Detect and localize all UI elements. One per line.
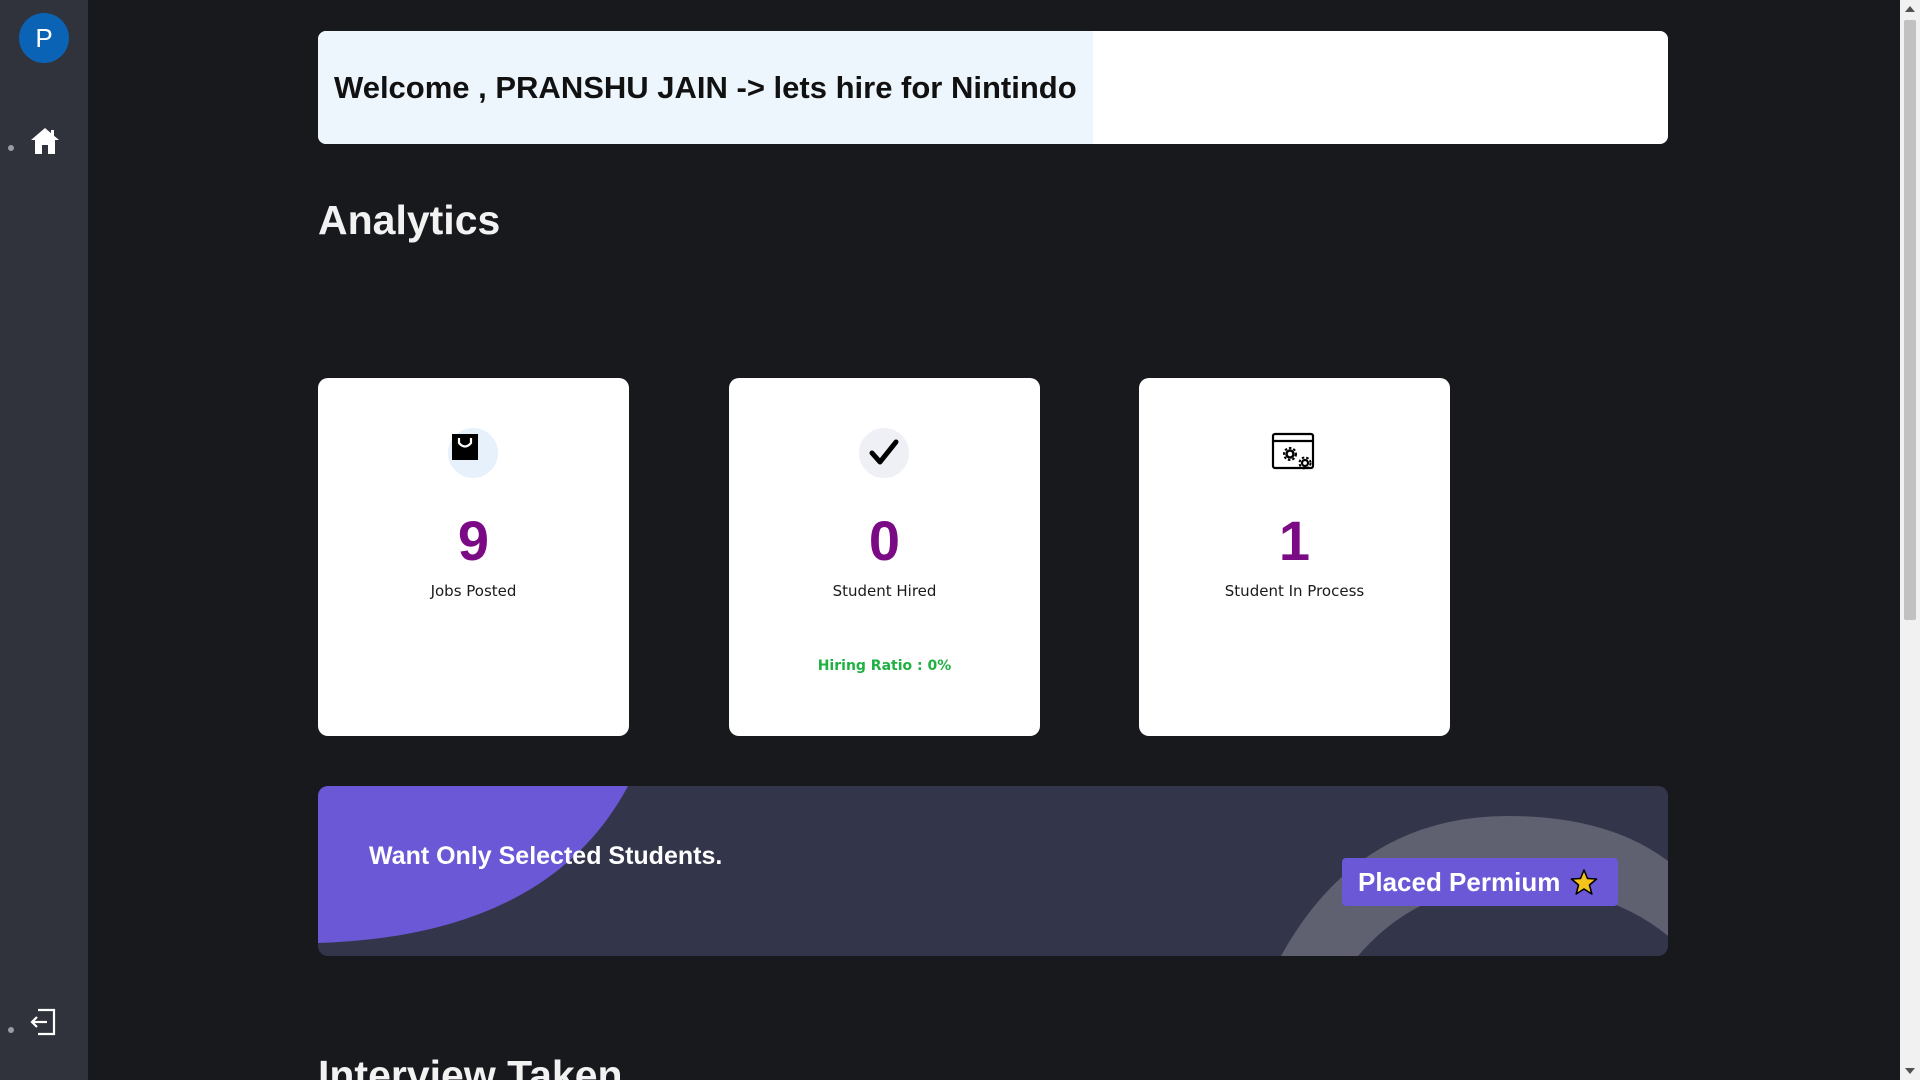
scroll-up-arrow-icon[interactable] xyxy=(1905,6,1915,12)
card-value: 9 xyxy=(457,509,490,572)
star-icon xyxy=(1571,869,1598,895)
banner-text: Want Only Selected Students. xyxy=(369,842,723,870)
scroll-down-arrow-icon[interactable] xyxy=(1905,1068,1915,1074)
logout-icon[interactable] xyxy=(30,1007,58,1037)
premium-banner: Want Only Selected Students. Placed Perm… xyxy=(318,786,1668,956)
nav-indicator xyxy=(8,1027,14,1033)
scrollbar[interactable] xyxy=(1900,0,1920,1080)
scroll-thumb[interactable] xyxy=(1904,20,1916,620)
analytics-title: Analytics xyxy=(318,197,501,243)
checkmark-icon xyxy=(869,439,899,465)
student-in-process-card[interactable]: 1 Student In Process xyxy=(1139,378,1450,736)
card-value: 0 xyxy=(868,509,901,572)
card-icon-wrap xyxy=(448,428,498,478)
shopping-bag-icon xyxy=(452,434,478,460)
student-hired-card[interactable]: 0 Student Hired Hiring Ratio : 0% xyxy=(729,378,1040,736)
nav-indicator xyxy=(8,145,14,151)
welcome-banner: Welcome , PRANSHU JAIN -> lets hire for … xyxy=(318,31,1668,144)
placed-premium-button[interactable]: Placed Permium xyxy=(1342,858,1618,906)
settings-window-icon xyxy=(1271,432,1315,470)
card-icon-wrap xyxy=(859,428,909,478)
card-value: 1 xyxy=(1278,509,1311,572)
jobs-posted-card[interactable]: 9 Jobs Posted xyxy=(318,378,629,736)
avatar[interactable]: P xyxy=(19,13,69,63)
welcome-text: Welcome , PRANSHU JAIN -> lets hire for … xyxy=(318,31,1093,144)
card-label: Student Hired xyxy=(832,582,937,600)
card-label: Student In Process xyxy=(1224,582,1365,600)
interview-taken-title: Interview Taken xyxy=(318,1052,623,1080)
card-label: Jobs Posted xyxy=(430,582,517,600)
home-icon[interactable] xyxy=(30,126,60,156)
sidebar: P xyxy=(0,0,88,1080)
card-icon-wrap xyxy=(1269,428,1319,478)
premium-button-label: Placed Permium xyxy=(1358,866,1561,897)
hiring-ratio: Hiring Ratio : 0% xyxy=(817,658,952,674)
